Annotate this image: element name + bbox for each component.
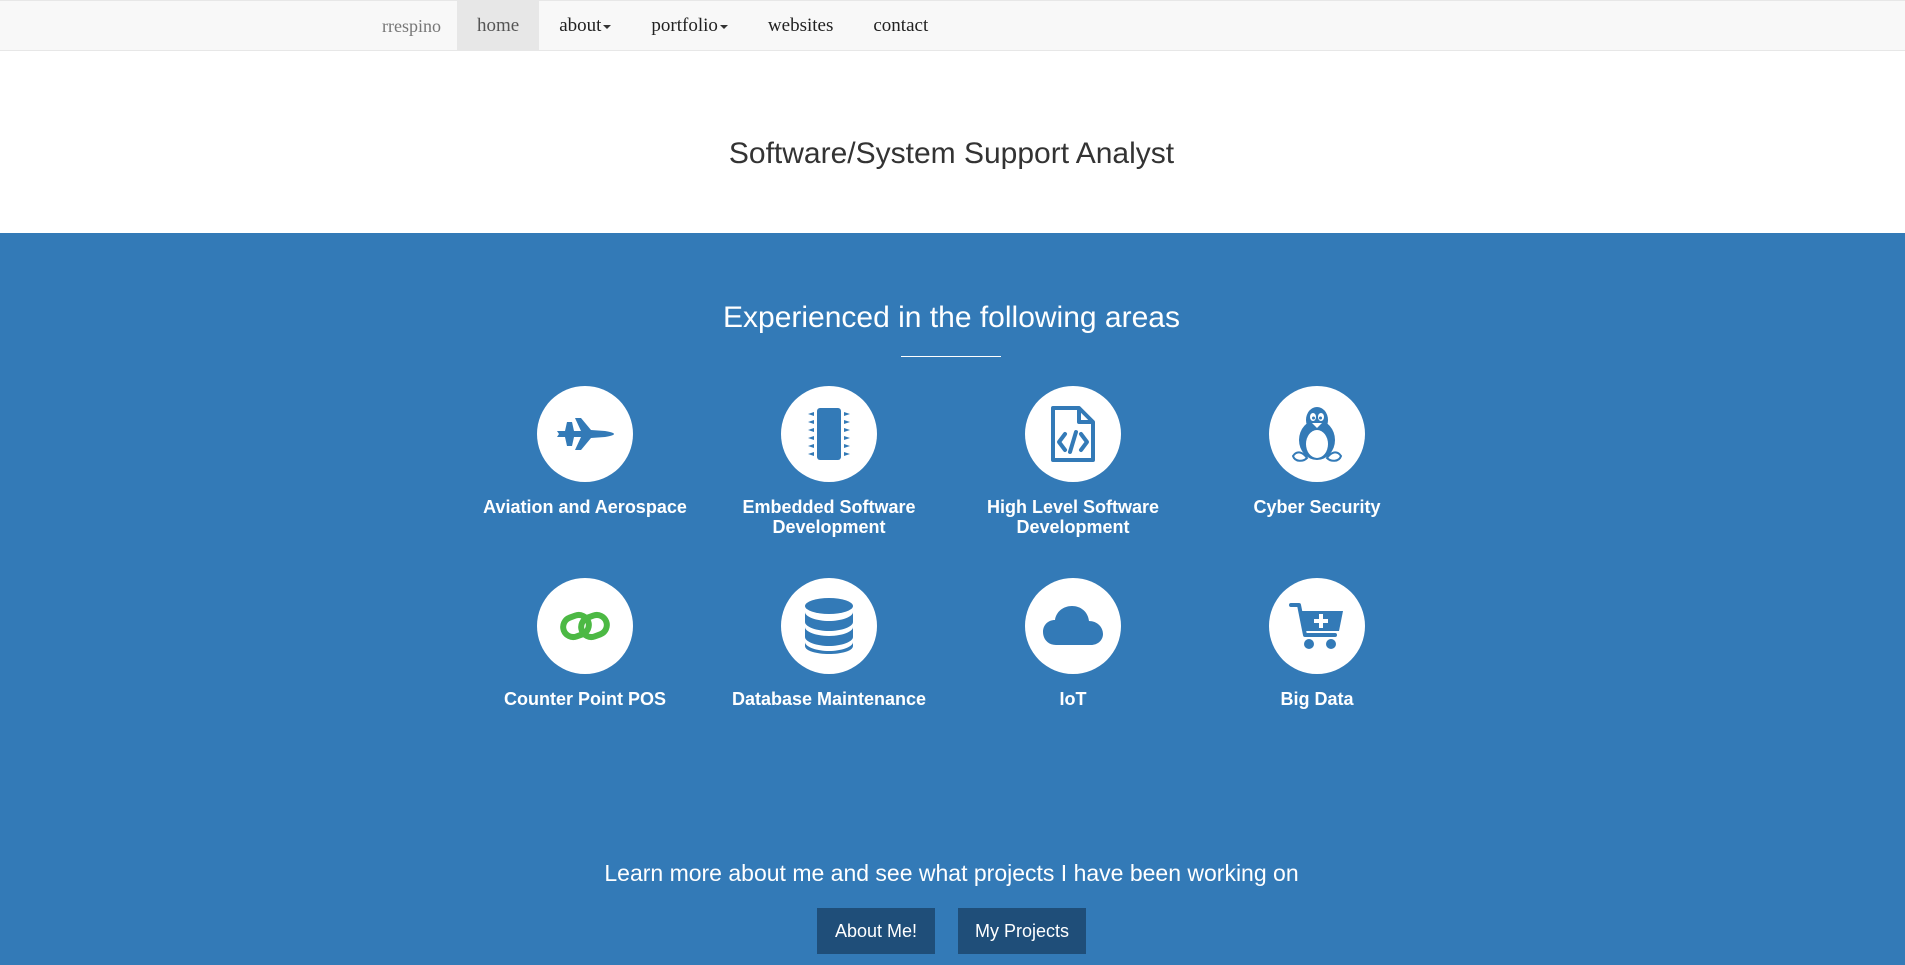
nav-item-home-label: home (476, 15, 520, 36)
code-file-icon (1051, 406, 1095, 462)
nav-item-about-label: about (559, 15, 602, 36)
caret-down-icon (719, 25, 728, 29)
service-label: Database Maintenance (731, 689, 927, 709)
service-card-big-data: Big Data (1195, 578, 1439, 709)
service-icon-circle[interactable] (1269, 578, 1365, 674)
service-icon-circle[interactable] (781, 386, 877, 482)
service-label: Aviation and Aerospace (483, 497, 687, 517)
service-icon-circle[interactable] (537, 386, 633, 482)
nav-item-contact[interactable]: contact (853, 1, 948, 51)
service-label: Big Data (1280, 689, 1354, 709)
cta-text: Learn more about me and see what project… (604, 860, 1299, 886)
service-icon-circle[interactable] (1269, 386, 1365, 482)
my-projects-button[interactable]: My Projects (958, 908, 1086, 954)
service-icon-circle[interactable] (781, 578, 877, 674)
page: rrespino home about portfolio websites c… (0, 0, 1905, 965)
service-card-cyber: Cyber Security (1195, 386, 1439, 517)
services-section: Experienced in the following areas Aviat… (0, 233, 1905, 965)
page-title: Software/System Support Analyst (728, 137, 1175, 170)
linux-tux-icon (1291, 407, 1343, 462)
service-card-aviation: Aviation and Aerospace (463, 386, 707, 517)
cart-plus-icon (1289, 603, 1343, 649)
counterpoint-logo-icon (560, 611, 610, 641)
microchip-icon (808, 408, 850, 460)
top-navbar: rrespino home about portfolio websites c… (0, 0, 1905, 51)
service-card-embedded: Embedded Software Development (707, 386, 951, 537)
fighter-jet-icon (557, 418, 614, 450)
nav-item-home[interactable]: home (456, 1, 540, 51)
about-me-button[interactable]: About Me! (817, 908, 935, 954)
nav-item-portfolio[interactable]: portfolio (631, 1, 748, 51)
caret-down-icon (603, 25, 612, 29)
service-icon-circle[interactable] (537, 578, 633, 674)
nav-item-websites-label: websites (767, 15, 834, 36)
service-label: High Level Software Development (986, 497, 1160, 537)
services-heading: Experienced in the following areas (723, 301, 1180, 334)
database-icon (805, 598, 853, 654)
service-icon-circle[interactable] (1025, 386, 1121, 482)
navbar-inner: rrespino home about portfolio websites c… (366, 1, 948, 51)
nav-item-portfolio-label: portfolio (651, 15, 718, 36)
service-label: Counter Point POS (504, 689, 666, 709)
service-label: Embedded Software Development (742, 497, 916, 537)
service-label: Cyber Security (1253, 497, 1381, 517)
service-card-database: Database Maintenance (707, 578, 951, 709)
cloud-icon (1043, 606, 1103, 645)
nav-item-websites[interactable]: websites (748, 1, 853, 51)
service-icon-circle[interactable] (1025, 578, 1121, 674)
heading-divider (901, 356, 1001, 357)
navbar-brand[interactable]: rrespino (366, 1, 457, 51)
nav-item-contact-label: contact (873, 15, 929, 36)
page-header: Software/System Support Analyst (0, 51, 1905, 233)
nav-item-about[interactable]: about (539, 1, 631, 51)
service-label: IoT (1059, 689, 1087, 709)
service-card-iot: IoT (951, 578, 1195, 709)
service-card-counterpoint: Counter Point POS (463, 578, 707, 709)
service-card-high-level: High Level Software Development (951, 386, 1195, 537)
